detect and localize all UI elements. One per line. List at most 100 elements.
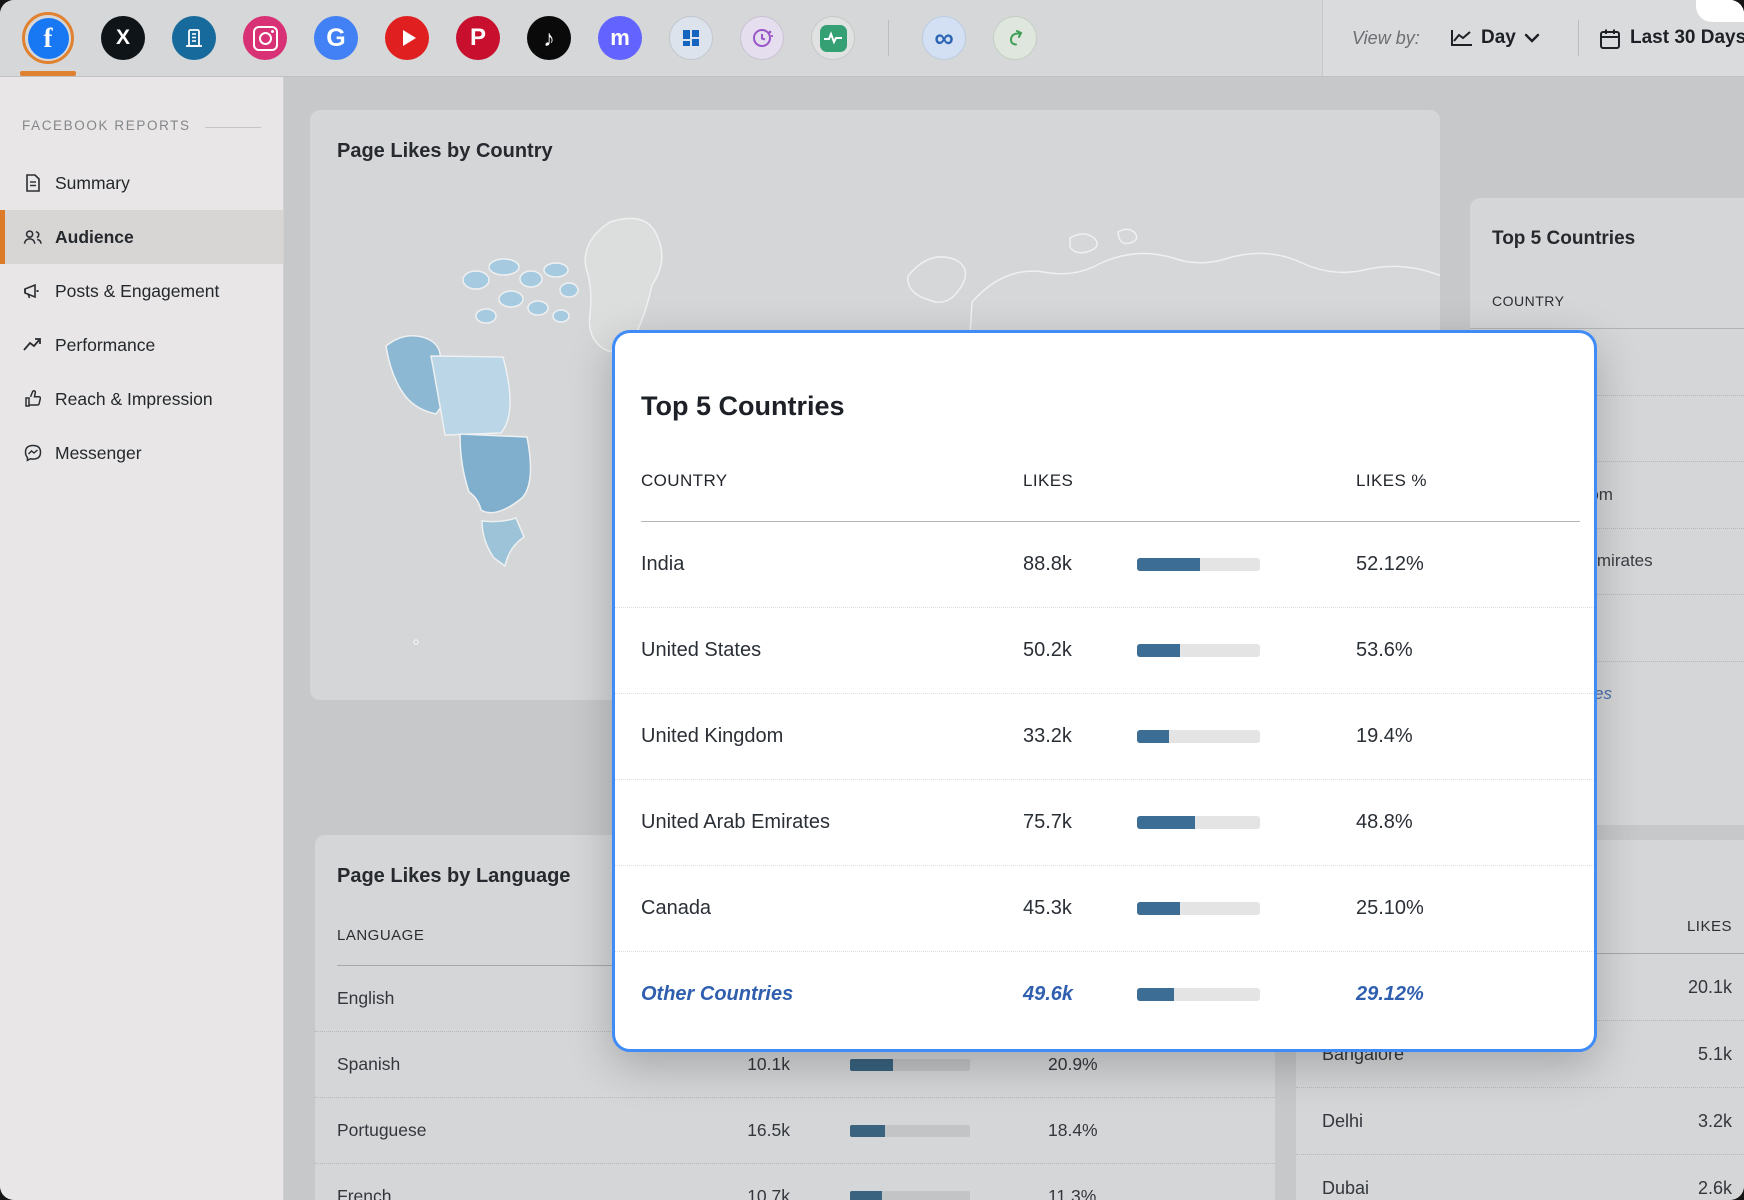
likes-bar-fill (850, 1191, 882, 1200)
map-canada-island (553, 310, 569, 322)
mastodon-icon[interactable]: m (598, 16, 642, 60)
panel-title: Top 5 Countries (1492, 228, 1635, 250)
country-cell: United Arab Emirates (641, 780, 830, 865)
likes-bar (850, 1125, 970, 1137)
messenger-icon (22, 443, 43, 464)
top-5-countries-modal: Top 5 Countries COUNTRY LIKES LIKES % In… (612, 330, 1597, 1052)
map-canada-island (528, 301, 548, 315)
modal-table-headers: COUNTRY LIKES LIKES % (615, 471, 1594, 507)
likes-pct-column-header: LIKES % (1356, 471, 1427, 491)
map-canada (431, 356, 510, 435)
top-right-popup-corner (1696, 0, 1744, 22)
sidebar-item-label: Reach & Impression (55, 389, 213, 410)
map-united-states (460, 434, 531, 513)
country-cell: Other Countries (641, 952, 793, 1037)
topbar-right-divider (1322, 0, 1323, 76)
sidebar-item-label: Summary (55, 173, 130, 194)
business-building-icon[interactable] (172, 16, 216, 60)
likes-bar-fill (1137, 730, 1169, 743)
sidebar-items: Summary AudiencePosts & Engagement Perform… (0, 156, 283, 480)
language-table-row: Portuguese 16.5k 18.4% (315, 1098, 1275, 1164)
country-column-header: COUNTRY (1492, 293, 1564, 309)
map-islands-north (1070, 229, 1137, 253)
sidebar-item-messenger[interactable]: Messenger (0, 426, 283, 480)
country-cell: Canada (641, 866, 711, 951)
map-mexico (482, 518, 524, 566)
instagram-icon[interactable] (243, 16, 287, 60)
zoho-desk-icon[interactable] (993, 16, 1037, 60)
language-cell: Portuguese (337, 1098, 427, 1163)
reports-sidebar: FACEBOOK REPORTS Summary AudiencePosts & … (0, 76, 284, 1200)
app-grid-icon[interactable] (669, 16, 713, 60)
x-twitter-icon[interactable]: X (101, 16, 145, 60)
card-title: Page Likes by Language (337, 865, 570, 888)
sidebar-item-performance[interactable]: Performance (0, 318, 283, 372)
sidebar-item-reach-impression[interactable]: Reach & Impression (0, 372, 283, 426)
chart-line-icon (1450, 28, 1474, 53)
likes-cell: 75.7k (1023, 780, 1072, 865)
view-by-value-dropdown[interactable]: Day (1481, 0, 1516, 76)
pinterest-icon[interactable]: P (456, 16, 500, 60)
sidebar-item-posts-engagement[interactable]: Posts & Engagement (0, 264, 283, 318)
likes-pct-cell: 29.12% (1356, 952, 1424, 1037)
network-icon-strip: f X G P ♪ m ∞ (22, 0, 1037, 76)
city-table-row: Dubai 2.6k (1296, 1155, 1744, 1200)
chevron-down-icon (1524, 31, 1540, 49)
likes-bar (1137, 644, 1260, 657)
likes-pct-cell: 48.8% (1356, 780, 1413, 865)
facebook-icon[interactable]: f (28, 18, 69, 59)
performance-icon (22, 335, 43, 356)
calendar-icon (1598, 27, 1622, 56)
language-table-row: French10.7k11.3% (315, 1164, 1275, 1200)
map-canada-island (489, 259, 519, 275)
likes-column-header: LIKES (1023, 471, 1073, 491)
topbar-divider (888, 20, 889, 56)
likes-cell: 16.5k (670, 1098, 790, 1163)
country-table-row: Canada45.3k25.10% (615, 866, 1594, 952)
likes-cell: 10.7k (670, 1164, 790, 1200)
sidebar-section-title: FACEBOOK REPORTS (22, 118, 191, 133)
sidebar-item-label: Performance (55, 335, 155, 356)
youtube-icon[interactable] (385, 16, 429, 60)
likes-bar-fill (850, 1059, 893, 1071)
app-clock-icon[interactable] (740, 16, 784, 60)
likes-bar-fill (1137, 558, 1200, 571)
likes-cell: 45.3k (1023, 866, 1072, 951)
tiktok-icon[interactable]: ♪ (527, 16, 571, 60)
likes-pct-cell: 11.3% (1048, 1164, 1096, 1200)
modal-title: Top 5 Countries (641, 391, 845, 422)
sidebar-item-label: Messenger (55, 443, 142, 464)
app-pulse-icon[interactable] (811, 16, 855, 60)
facebook-active-underline (20, 71, 76, 76)
app-window: f X G P ♪ m ∞ (0, 0, 1744, 1200)
country-cell: United States (641, 608, 761, 693)
country-table-row: United Arab Emirates 75.7k 48.8% (615, 780, 1594, 866)
map-small-island (414, 640, 418, 644)
facebook-active-ring: f (22, 12, 74, 64)
likes-bar (850, 1059, 970, 1071)
likes-cell: 50.2k (1023, 608, 1072, 693)
country-cell: India (641, 522, 684, 607)
zoho-crm-icon[interactable]: ∞ (922, 16, 966, 60)
likes-pct-cell: 52.12% (1356, 522, 1424, 607)
likes-pct-cell: 19.4% (1356, 694, 1413, 779)
sidebar-item-summary[interactable]: Summary (0, 156, 283, 210)
likes-bar (1137, 816, 1260, 829)
likes-bar (1137, 988, 1260, 1001)
map-canada-island (499, 291, 523, 307)
other-countries-row[interactable]: Other Countries 49.6k 29.12% (615, 952, 1594, 1037)
channel-topbar: f X G P ♪ m ∞ (0, 0, 1744, 77)
posts-engagement-icon (22, 281, 43, 302)
city-cell: Dubai (1322, 1155, 1369, 1200)
summary-icon (22, 173, 43, 194)
likes-cell: 2.6k (1532, 1155, 1732, 1200)
instagram-frame (253, 26, 278, 51)
sidebar-item-audience[interactable]: Audience (0, 210, 283, 264)
topbar-divider-2 (1578, 20, 1579, 56)
likes-cell: 49.6k (1023, 952, 1073, 1037)
likes-bar (850, 1191, 970, 1200)
google-icon[interactable]: G (314, 16, 358, 60)
likes-pct-cell: 18.4% (1048, 1098, 1098, 1163)
country-table-row: United Kingdom33.2k19.4% (615, 694, 1594, 780)
map-canada-island (544, 263, 568, 277)
